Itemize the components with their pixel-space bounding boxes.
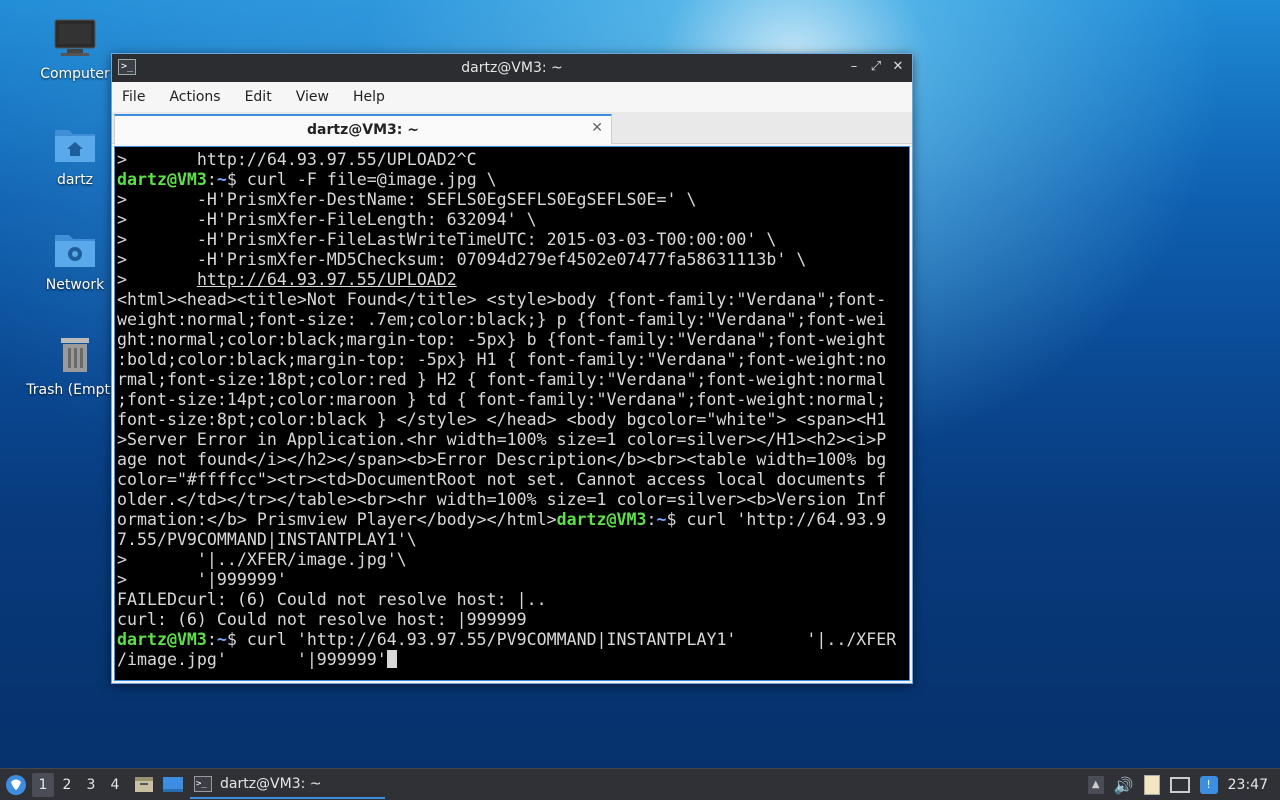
clipboard-icon[interactable] bbox=[1143, 775, 1160, 795]
prompt-user: dartz@VM3 bbox=[556, 510, 647, 529]
terminal-line: dartz@VM3:~$ curl 'http://64.93.97.55/PV… bbox=[117, 630, 897, 649]
terminal-line: font-size:8pt;color:black } </style> </h… bbox=[117, 410, 887, 429]
update-notifier-icon[interactable]: ! bbox=[1199, 776, 1218, 794]
terminal-app-icon[interactable]: >_ bbox=[118, 59, 136, 75]
line-prefix: > bbox=[117, 270, 197, 289]
volume-icon[interactable]: 🔊 bbox=[1114, 776, 1134, 795]
workspace-3[interactable]: 3 bbox=[80, 773, 102, 797]
terminal-line: ght:normal;color:black;margin-top: -5px}… bbox=[117, 330, 887, 349]
terminal-line: FAILEDcurl: (6) Could not resolve host: … bbox=[117, 590, 547, 609]
prompt-user: dartz@VM3 bbox=[117, 170, 207, 189]
command-text: $ curl 'http://64.93.9 bbox=[666, 510, 887, 529]
terminal-window: >_ dartz@VM3: ~ – ⤢ ✕ File Actions Edit … bbox=[111, 53, 913, 684]
command-text: /image.jpg' '|999999' bbox=[117, 650, 387, 669]
command-text: $ curl 'http://64.93.97.55/PV9COMMAND|IN… bbox=[226, 630, 897, 649]
start-menu-icon[interactable] bbox=[2, 771, 30, 799]
terminal-line: <html><head><title>Not Found</title> <st… bbox=[117, 290, 887, 309]
prompt-path: ~ bbox=[216, 170, 227, 189]
terminal-line: ormation:</b> Prismview Player</body></h… bbox=[117, 510, 887, 529]
terminal-line: older.</td></tr></table><br><hr width=10… bbox=[117, 490, 887, 509]
menubar: File Actions Edit View Help bbox=[112, 82, 912, 112]
file-manager-icon[interactable] bbox=[134, 774, 156, 796]
terminal-line: dartz@VM3:~$ curl -F file=@image.jpg \ bbox=[117, 170, 497, 189]
minimize-icon[interactable]: – bbox=[846, 58, 862, 76]
terminal-line: > -H'PrismXfer-FileLength: 632094' \ bbox=[117, 210, 537, 229]
terminal-line: > -H'PrismXfer-MD5Checksum: 07094d279ef4… bbox=[117, 250, 807, 269]
close-icon[interactable]: ✕ bbox=[890, 58, 906, 76]
terminal-line: 7.55/PV9COMMAND|INSTANTPLAY1'\ bbox=[117, 530, 417, 549]
window-title: dartz@VM3: ~ bbox=[461, 60, 563, 76]
terminal-line: > '|999999' bbox=[117, 570, 287, 589]
tab-bar: dartz@VM3: ~ ✕ bbox=[112, 112, 912, 144]
terminal-line: >Server Error in Application.<hr width=1… bbox=[117, 430, 887, 449]
computer-icon bbox=[53, 16, 97, 60]
text-cursor bbox=[386, 650, 397, 668]
taskbar-task-terminal[interactable]: >_ dartz@VM3: ~ bbox=[190, 771, 385, 799]
home-folder-icon bbox=[53, 122, 97, 166]
task-label: dartz@VM3: ~ bbox=[220, 776, 322, 792]
window-titlebar[interactable]: >_ dartz@VM3: ~ – ⤢ ✕ bbox=[112, 54, 912, 82]
prompt-user: dartz@VM3 bbox=[117, 630, 207, 649]
terminal-line: > http://64.93.97.55/UPLOAD2^C bbox=[117, 150, 477, 169]
terminal-line: weight:normal;font-size: .7em;color:blac… bbox=[117, 310, 887, 329]
tab-label: dartz@VM3: ~ bbox=[307, 122, 419, 138]
network-folder-icon bbox=[53, 227, 97, 271]
clock[interactable]: 23:47 bbox=[1228, 777, 1268, 793]
menu-actions[interactable]: Actions bbox=[169, 89, 230, 105]
tab-terminal[interactable]: dartz@VM3: ~ ✕ bbox=[114, 114, 612, 144]
terminal-line: age not found</i></h2></span><b>Error De… bbox=[117, 450, 887, 469]
terminal-line: :bold;color:black;margin-top: -5px} H1 {… bbox=[117, 350, 887, 369]
terminal-line: curl: (6) Could not resolve host: |99999… bbox=[117, 610, 527, 629]
menu-view[interactable]: View bbox=[296, 89, 339, 105]
terminal-output[interactable]: > http://64.93.97.55/UPLOAD2^C dartz@VM3… bbox=[114, 146, 910, 681]
terminal-line: > -H'PrismXfer-FileLastWriteTimeUTC: 201… bbox=[117, 230, 777, 249]
line-prefix: ormation:</b> Prismview Player</body></h… bbox=[117, 510, 557, 529]
terminal-line: > -H'PrismXfer-DestName: SEFLS0EgSEFLS0E… bbox=[117, 190, 697, 209]
workspace-1[interactable]: 1 bbox=[32, 772, 54, 797]
command-text: $ curl -F file=@image.jpg \ bbox=[226, 170, 497, 189]
tray-up-arrow-icon[interactable]: ▲ bbox=[1087, 776, 1104, 794]
prompt-path: ~ bbox=[216, 630, 227, 649]
terminal-line: ;font-size:14pt;color:maroon } td { font… bbox=[117, 390, 887, 409]
prompt-path: ~ bbox=[656, 510, 667, 529]
maximize-icon[interactable]: ⤢ bbox=[868, 58, 884, 76]
url-link[interactable]: http://64.93.97.55/UPLOAD2 bbox=[197, 270, 457, 289]
tab-close-icon[interactable]: ✕ bbox=[591, 120, 603, 136]
terminal-line: rmal;font-size:18pt;color:red } H2 { fon… bbox=[117, 370, 887, 389]
terminal-line: /image.jpg' '|999999' bbox=[117, 650, 909, 670]
workspace-4[interactable]: 4 bbox=[104, 773, 126, 797]
terminal-task-icon: >_ bbox=[194, 776, 212, 792]
trash-icon bbox=[53, 332, 97, 376]
show-desktop-icon[interactable] bbox=[162, 774, 184, 796]
taskbar: 1 2 3 4 >_ dartz@VM3: ~ ▲ 🔊 ! 23:47 bbox=[0, 768, 1280, 800]
menu-file[interactable]: File bbox=[122, 89, 155, 105]
terminal-line: > http://64.93.97.55/UPLOAD2 bbox=[117, 270, 909, 290]
menu-help[interactable]: Help bbox=[353, 89, 395, 105]
terminal-line: color="#ffffcc"><tr><td>DocumentRoot not… bbox=[117, 470, 887, 489]
workspace-2[interactable]: 2 bbox=[56, 773, 78, 797]
terminal-line: > '|../XFER/image.jpg'\ bbox=[117, 550, 407, 569]
network-tray-icon[interactable] bbox=[1169, 777, 1190, 793]
menu-edit[interactable]: Edit bbox=[245, 89, 282, 105]
